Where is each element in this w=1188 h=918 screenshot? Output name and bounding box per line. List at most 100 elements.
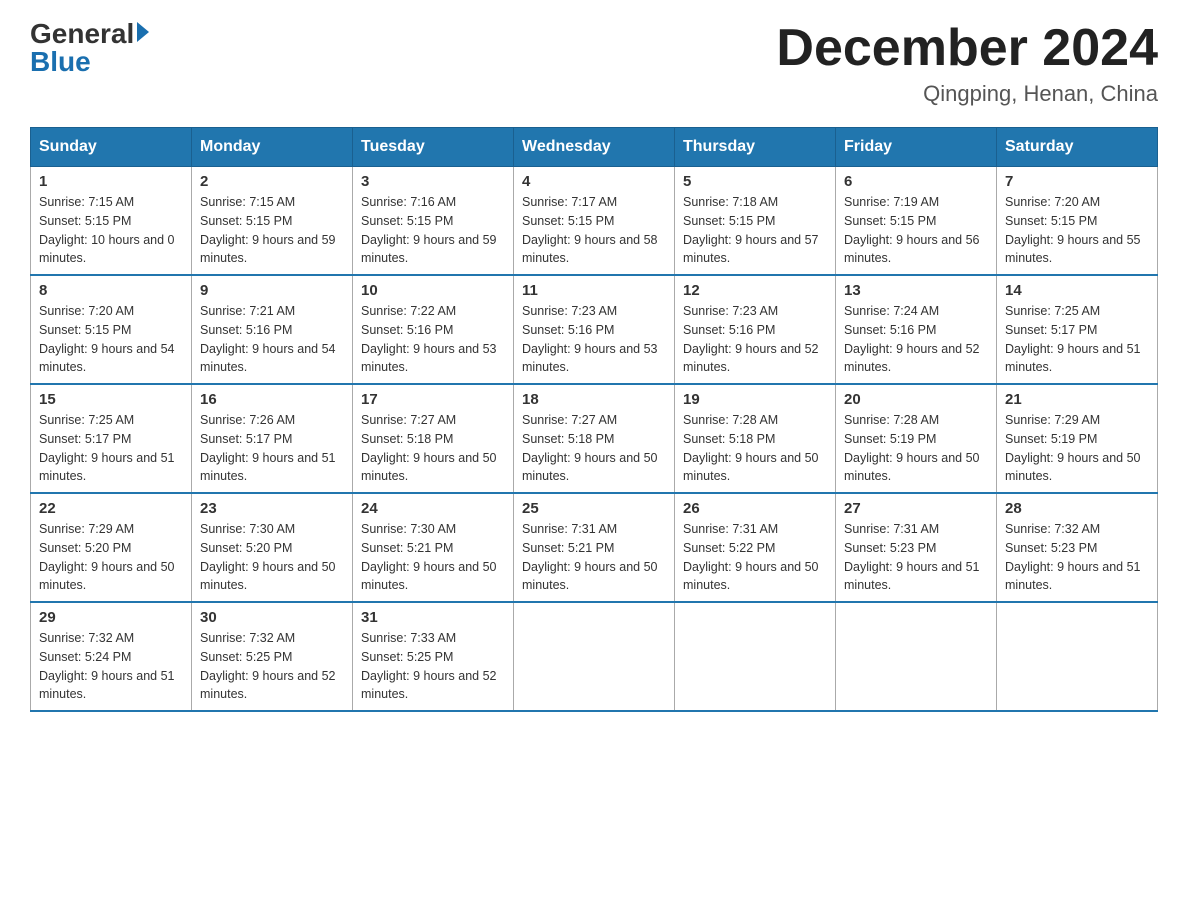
day-number: 25 — [522, 500, 666, 517]
day-number: 22 — [39, 500, 183, 517]
day-info: Sunrise: 7:32 AMSunset: 5:25 PMDaylight:… — [200, 631, 336, 701]
week-row-5: 29 Sunrise: 7:32 AMSunset: 5:24 PMDaylig… — [31, 602, 1158, 711]
week-row-4: 22 Sunrise: 7:29 AMSunset: 5:20 PMDaylig… — [31, 493, 1158, 602]
month-year-title: December 2024 — [776, 20, 1158, 77]
calendar-cell: 25 Sunrise: 7:31 AMSunset: 5:21 PMDaylig… — [514, 493, 675, 602]
day-number: 9 — [200, 282, 344, 299]
calendar-cell: 23 Sunrise: 7:30 AMSunset: 5:20 PMDaylig… — [192, 493, 353, 602]
day-info: Sunrise: 7:29 AMSunset: 5:20 PMDaylight:… — [39, 522, 175, 592]
calendar-cell: 26 Sunrise: 7:31 AMSunset: 5:22 PMDaylig… — [675, 493, 836, 602]
header-friday: Friday — [836, 128, 997, 167]
calendar-cell: 19 Sunrise: 7:28 AMSunset: 5:18 PMDaylig… — [675, 384, 836, 493]
day-info: Sunrise: 7:18 AMSunset: 5:15 PMDaylight:… — [683, 195, 819, 265]
week-row-1: 1 Sunrise: 7:15 AMSunset: 5:15 PMDayligh… — [31, 167, 1158, 276]
calendar-cell — [514, 602, 675, 711]
day-number: 3 — [361, 173, 505, 190]
day-number: 10 — [361, 282, 505, 299]
header-saturday: Saturday — [997, 128, 1158, 167]
day-info: Sunrise: 7:28 AMSunset: 5:18 PMDaylight:… — [683, 413, 819, 483]
day-info: Sunrise: 7:17 AMSunset: 5:15 PMDaylight:… — [522, 195, 658, 265]
calendar-cell: 1 Sunrise: 7:15 AMSunset: 5:15 PMDayligh… — [31, 167, 192, 276]
logo: General Blue — [30, 20, 149, 76]
day-info: Sunrise: 7:25 AMSunset: 5:17 PMDaylight:… — [39, 413, 175, 483]
day-number: 30 — [200, 609, 344, 626]
day-number: 7 — [1005, 173, 1149, 190]
day-info: Sunrise: 7:30 AMSunset: 5:21 PMDaylight:… — [361, 522, 497, 592]
calendar-cell — [997, 602, 1158, 711]
day-info: Sunrise: 7:26 AMSunset: 5:17 PMDaylight:… — [200, 413, 336, 483]
calendar-cell: 10 Sunrise: 7:22 AMSunset: 5:16 PMDaylig… — [353, 275, 514, 384]
day-info: Sunrise: 7:27 AMSunset: 5:18 PMDaylight:… — [522, 413, 658, 483]
calendar-cell: 8 Sunrise: 7:20 AMSunset: 5:15 PMDayligh… — [31, 275, 192, 384]
day-info: Sunrise: 7:27 AMSunset: 5:18 PMDaylight:… — [361, 413, 497, 483]
calendar-cell: 22 Sunrise: 7:29 AMSunset: 5:20 PMDaylig… — [31, 493, 192, 602]
calendar-cell: 27 Sunrise: 7:31 AMSunset: 5:23 PMDaylig… — [836, 493, 997, 602]
day-number: 5 — [683, 173, 827, 190]
calendar-cell: 12 Sunrise: 7:23 AMSunset: 5:16 PMDaylig… — [675, 275, 836, 384]
calendar-cell: 11 Sunrise: 7:23 AMSunset: 5:16 PMDaylig… — [514, 275, 675, 384]
day-number: 17 — [361, 391, 505, 408]
header-sunday: Sunday — [31, 128, 192, 167]
day-number: 21 — [1005, 391, 1149, 408]
day-info: Sunrise: 7:24 AMSunset: 5:16 PMDaylight:… — [844, 304, 980, 374]
day-number: 23 — [200, 500, 344, 517]
calendar-cell: 9 Sunrise: 7:21 AMSunset: 5:16 PMDayligh… — [192, 275, 353, 384]
day-info: Sunrise: 7:29 AMSunset: 5:19 PMDaylight:… — [1005, 413, 1141, 483]
day-number: 12 — [683, 282, 827, 299]
day-info: Sunrise: 7:32 AMSunset: 5:24 PMDaylight:… — [39, 631, 175, 701]
day-number: 6 — [844, 173, 988, 190]
day-info: Sunrise: 7:19 AMSunset: 5:15 PMDaylight:… — [844, 195, 980, 265]
day-info: Sunrise: 7:25 AMSunset: 5:17 PMDaylight:… — [1005, 304, 1141, 374]
days-header-row: SundayMondayTuesdayWednesdayThursdayFrid… — [31, 128, 1158, 167]
day-info: Sunrise: 7:16 AMSunset: 5:15 PMDaylight:… — [361, 195, 497, 265]
day-number: 14 — [1005, 282, 1149, 299]
logo-arrow-icon — [137, 22, 149, 42]
calendar-cell: 20 Sunrise: 7:28 AMSunset: 5:19 PMDaylig… — [836, 384, 997, 493]
calendar-cell: 15 Sunrise: 7:25 AMSunset: 5:17 PMDaylig… — [31, 384, 192, 493]
day-number: 13 — [844, 282, 988, 299]
calendar-cell: 4 Sunrise: 7:17 AMSunset: 5:15 PMDayligh… — [514, 167, 675, 276]
day-number: 31 — [361, 609, 505, 626]
logo-blue: Blue — [30, 48, 91, 76]
calendar-cell: 14 Sunrise: 7:25 AMSunset: 5:17 PMDaylig… — [997, 275, 1158, 384]
day-info: Sunrise: 7:28 AMSunset: 5:19 PMDaylight:… — [844, 413, 980, 483]
calendar-cell: 6 Sunrise: 7:19 AMSunset: 5:15 PMDayligh… — [836, 167, 997, 276]
calendar-cell: 29 Sunrise: 7:32 AMSunset: 5:24 PMDaylig… — [31, 602, 192, 711]
calendar-cell: 18 Sunrise: 7:27 AMSunset: 5:18 PMDaylig… — [514, 384, 675, 493]
day-info: Sunrise: 7:23 AMSunset: 5:16 PMDaylight:… — [683, 304, 819, 374]
day-number: 26 — [683, 500, 827, 517]
calendar-cell: 13 Sunrise: 7:24 AMSunset: 5:16 PMDaylig… — [836, 275, 997, 384]
header-tuesday: Tuesday — [353, 128, 514, 167]
day-info: Sunrise: 7:31 AMSunset: 5:23 PMDaylight:… — [844, 522, 980, 592]
day-info: Sunrise: 7:30 AMSunset: 5:20 PMDaylight:… — [200, 522, 336, 592]
calendar-cell: 2 Sunrise: 7:15 AMSunset: 5:15 PMDayligh… — [192, 167, 353, 276]
title-block: December 2024 Qingping, Henan, China — [776, 20, 1158, 107]
calendar-cell: 21 Sunrise: 7:29 AMSunset: 5:19 PMDaylig… — [997, 384, 1158, 493]
day-number: 11 — [522, 282, 666, 299]
header-thursday: Thursday — [675, 128, 836, 167]
week-row-2: 8 Sunrise: 7:20 AMSunset: 5:15 PMDayligh… — [31, 275, 1158, 384]
week-row-3: 15 Sunrise: 7:25 AMSunset: 5:17 PMDaylig… — [31, 384, 1158, 493]
day-number: 19 — [683, 391, 827, 408]
day-number: 20 — [844, 391, 988, 408]
day-info: Sunrise: 7:20 AMSunset: 5:15 PMDaylight:… — [39, 304, 175, 374]
calendar-cell: 16 Sunrise: 7:26 AMSunset: 5:17 PMDaylig… — [192, 384, 353, 493]
calendar-cell: 5 Sunrise: 7:18 AMSunset: 5:15 PMDayligh… — [675, 167, 836, 276]
calendar-cell — [675, 602, 836, 711]
day-number: 4 — [522, 173, 666, 190]
day-number: 2 — [200, 173, 344, 190]
day-number: 1 — [39, 173, 183, 190]
day-number: 28 — [1005, 500, 1149, 517]
page-header: General Blue December 2024 Qingping, Hen… — [30, 20, 1158, 107]
day-info: Sunrise: 7:32 AMSunset: 5:23 PMDaylight:… — [1005, 522, 1141, 592]
day-number: 29 — [39, 609, 183, 626]
day-number: 15 — [39, 391, 183, 408]
calendar-cell: 28 Sunrise: 7:32 AMSunset: 5:23 PMDaylig… — [997, 493, 1158, 602]
calendar-cell: 24 Sunrise: 7:30 AMSunset: 5:21 PMDaylig… — [353, 493, 514, 602]
header-monday: Monday — [192, 128, 353, 167]
day-number: 8 — [39, 282, 183, 299]
day-info: Sunrise: 7:20 AMSunset: 5:15 PMDaylight:… — [1005, 195, 1141, 265]
calendar-table: SundayMondayTuesdayWednesdayThursdayFrid… — [30, 127, 1158, 712]
calendar-cell: 31 Sunrise: 7:33 AMSunset: 5:25 PMDaylig… — [353, 602, 514, 711]
day-info: Sunrise: 7:15 AMSunset: 5:15 PMDaylight:… — [39, 195, 175, 265]
